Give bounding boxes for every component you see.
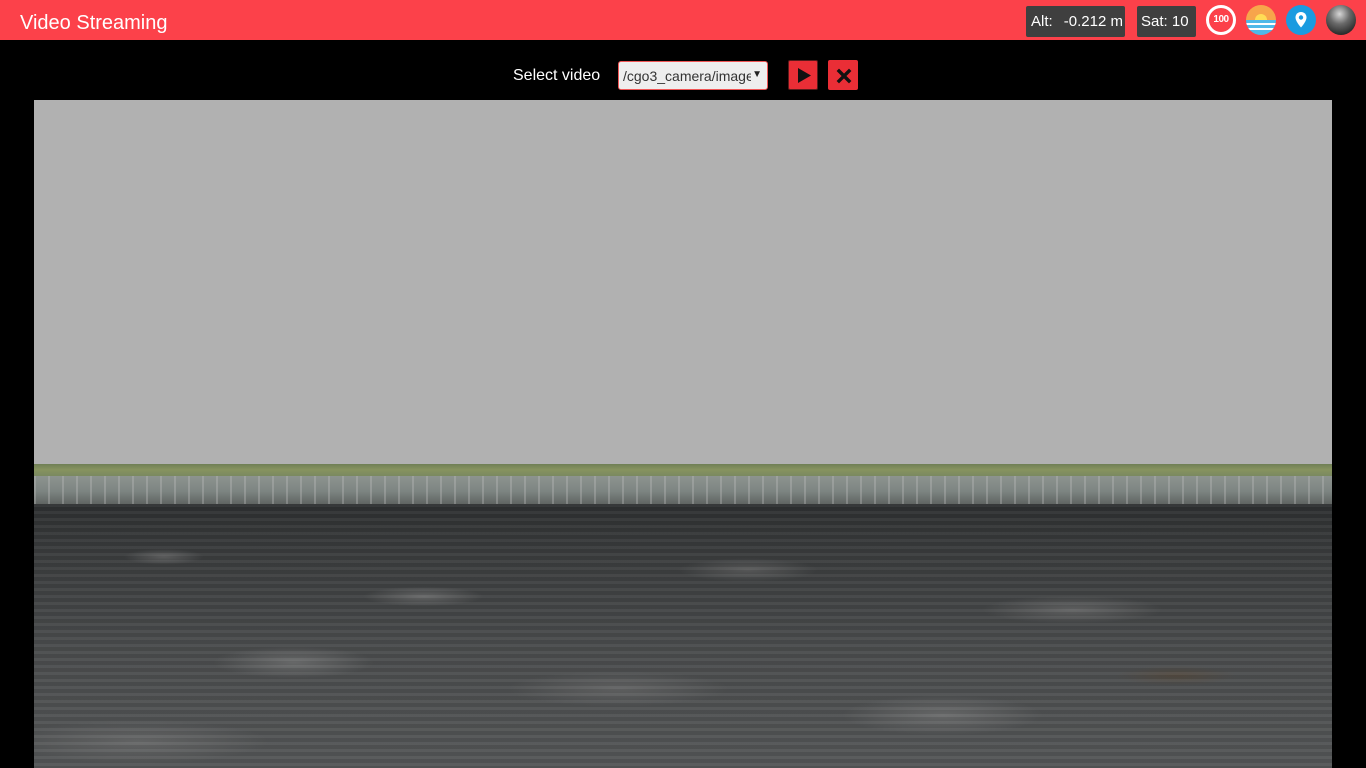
status-orb-icon[interactable] <box>1326 5 1356 35</box>
chevron-down-icon: ▼ <box>752 69 762 80</box>
page-title: Video Streaming <box>20 12 168 34</box>
horizon-icon[interactable] <box>1246 5 1276 35</box>
location-pin-icon[interactable] <box>1286 5 1316 35</box>
video-controls: Select video /cgo3_camera/image_raw ▼ <box>0 60 1366 91</box>
battery-level: 100 <box>1213 14 1229 25</box>
video-source-select[interactable]: /cgo3_camera/image_raw ▼ <box>618 61 768 90</box>
play-icon <box>798 68 811 83</box>
altitude-readout: Alt: -0.212 m <box>1026 6 1125 37</box>
video-sky <box>34 100 1332 466</box>
altitude-value: -0.212 m <box>1063 13 1123 30</box>
top-bar: Video Streaming Alt: -0.212 m Sat: 10 10… <box>0 0 1366 40</box>
video-stream-view <box>34 100 1332 768</box>
select-video-label: Select video <box>513 67 601 84</box>
battery-icon[interactable]: 100 <box>1206 5 1236 35</box>
video-source-value: /cgo3_camera/image_raw <box>623 68 751 84</box>
stop-button[interactable] <box>828 60 858 90</box>
satellite-count: Sat: 10 <box>1137 6 1196 37</box>
altitude-label: Alt: <box>1031 13 1053 30</box>
video-ground-texture <box>34 504 1332 768</box>
video-grid-strip <box>34 476 1332 506</box>
play-button[interactable] <box>788 60 818 90</box>
close-icon <box>836 68 852 84</box>
